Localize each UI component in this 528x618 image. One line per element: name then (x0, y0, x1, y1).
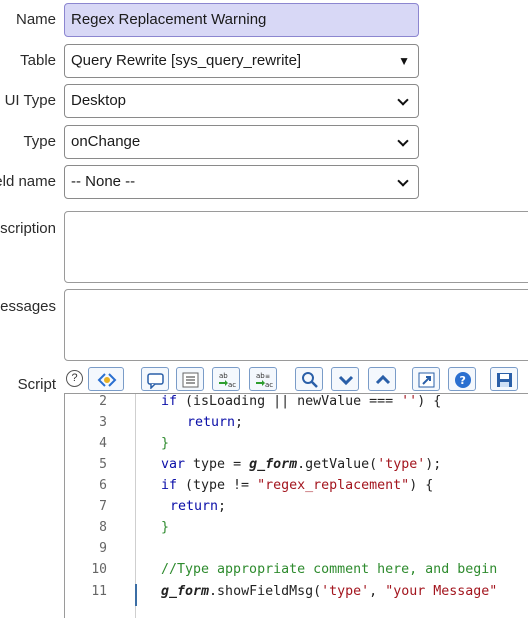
field-name-select[interactable]: -- None -- (64, 165, 419, 199)
help-question-icon[interactable]: ? (66, 370, 83, 387)
svg-text:ac: ac (228, 381, 236, 389)
table-label: Table (20, 52, 56, 69)
list-icon (182, 372, 199, 388)
search-button[interactable] (295, 367, 323, 391)
ui-type-select-value: Desktop (71, 92, 127, 109)
keyword: return (187, 415, 236, 430)
replace-all-icon: ab ≡ac (256, 372, 273, 389)
code-text: (type != (177, 478, 258, 493)
line-number: 4 (99, 436, 107, 451)
code-line-6: if (type != "regex_replacement") { (161, 478, 433, 493)
field-name-label: eld name (0, 173, 56, 190)
svg-text:ab: ab (256, 372, 265, 380)
svg-text:ab: ab (219, 372, 228, 380)
line-number: 11 (91, 584, 107, 599)
keyword: return (170, 499, 219, 514)
help-icon: ? (455, 372, 471, 388)
string: 'type' (321, 584, 370, 599)
chevron-down-icon (397, 135, 409, 147)
string: 'type' (377, 457, 426, 472)
format-code-icon (97, 373, 117, 387)
code-line-8: } (161, 520, 169, 535)
code-line-4: } (161, 436, 169, 451)
format-code-button[interactable] (88, 367, 124, 391)
script-label: Script (17, 376, 56, 393)
chevron-down-icon (338, 375, 354, 386)
keyword: if (161, 394, 178, 409)
line-number: 6 (99, 478, 107, 493)
line-number: 10 (91, 562, 107, 577)
brace: } (161, 436, 170, 451)
replace-all-button[interactable]: ab ≡ ac (249, 367, 277, 391)
code-text: (isLoading || newValue === (177, 394, 402, 409)
help-button[interactable]: ? (448, 367, 476, 391)
search-icon (302, 372, 318, 388)
code-text: .showFieldMsg( (209, 584, 322, 599)
code-text: .getValue( (297, 457, 378, 472)
ui-type-select[interactable]: Desktop (64, 84, 419, 118)
string: '' (401, 394, 418, 409)
description-textarea[interactable] (64, 211, 528, 283)
field-name-select-value: -- None -- (71, 173, 136, 190)
save-button[interactable] (490, 367, 518, 391)
chevron-down-icon (397, 94, 409, 106)
script-editor[interactable]: 2 3 4 5 6 7 8 9 10 11 if (isLoading || n… (64, 393, 528, 618)
next-button[interactable] (331, 367, 359, 391)
name-field-value: Regex Replacement Warning (71, 11, 267, 28)
chevron-down-icon (397, 175, 409, 187)
type-select[interactable]: onChange (64, 125, 419, 159)
code-line-2: if (isLoading || newValue === '') { (161, 394, 441, 409)
keyword: if (161, 478, 178, 493)
line-number: 2 (99, 394, 107, 409)
svg-text:?: ? (460, 374, 466, 387)
code-text: ; (218, 499, 227, 514)
caret-down-icon: ▼ (398, 54, 410, 68)
expand-icon (418, 372, 435, 388)
code-text: , (369, 584, 386, 599)
save-icon (497, 373, 512, 387)
code-text: ) { (409, 478, 434, 493)
line-number: 5 (99, 457, 107, 472)
brace: } (161, 520, 170, 535)
string: "regex_replacement" (257, 478, 410, 493)
line-number: 9 (99, 541, 107, 556)
line-number: 3 (99, 415, 107, 430)
ui-type-label: UI Type (4, 92, 56, 109)
replace-button[interactable]: ab ac (212, 367, 240, 391)
svg-text:≡: ≡ (265, 373, 270, 380)
line-number: 8 (99, 520, 107, 535)
code-line-5: var type = g_form.getValue('type'); (161, 457, 441, 472)
code-line-10: //Type appropriate comment here, and beg… (161, 562, 498, 577)
code-text: ) { (417, 394, 442, 409)
g-form-object: g_form (249, 457, 298, 472)
line-gutter: 2 3 4 5 6 7 8 9 10 11 (65, 394, 136, 618)
comment-icon (147, 373, 164, 389)
comment-button[interactable] (141, 367, 169, 391)
g-form-object: g_form (161, 584, 210, 599)
chevron-up-icon (375, 374, 391, 385)
code-line-11: g_form.showFieldMsg('type', "your Messag… (161, 584, 497, 599)
code-text: ); (425, 457, 442, 472)
expand-button[interactable] (412, 367, 440, 391)
table-select[interactable]: Query Rewrite [sys_query_rewrite] ▼ (64, 44, 419, 78)
code-text: ; (235, 415, 244, 430)
list-button[interactable] (176, 367, 204, 391)
description-label: scription (0, 220, 56, 237)
table-select-value: Query Rewrite [sys_query_rewrite] (71, 52, 302, 69)
code-line-3: return; (187, 415, 243, 430)
line-number: 7 (99, 499, 107, 514)
replace-icon: abac (219, 372, 236, 389)
type-label: Type (23, 133, 56, 150)
string: "your Message" (385, 584, 498, 599)
messages-label: lessages (0, 298, 56, 315)
type-select-value: onChange (71, 133, 141, 150)
previous-button[interactable] (368, 367, 396, 391)
name-label: Name (15, 11, 56, 28)
code-line-7: return; (170, 499, 226, 514)
name-field[interactable]: Regex Replacement Warning (64, 3, 419, 37)
keyword: var (161, 457, 186, 472)
messages-textarea[interactable] (64, 289, 528, 361)
svg-text:ac: ac (265, 381, 273, 389)
code-text: type = (185, 457, 250, 472)
